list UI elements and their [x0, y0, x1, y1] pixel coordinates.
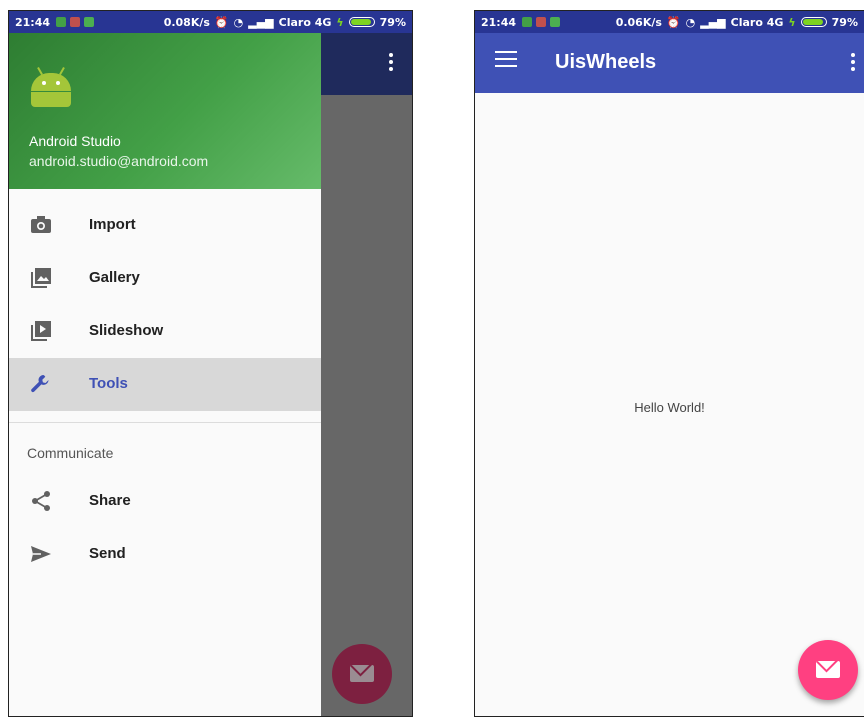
camera-icon	[31, 216, 51, 233]
overflow-menu-icon[interactable]	[388, 53, 394, 73]
slideshow-icon	[31, 321, 51, 341]
battery-icon	[348, 17, 375, 27]
carrier-label: Claro 4G	[730, 15, 784, 29]
drawer-item-gallery[interactable]: Gallery	[9, 252, 321, 305]
status-time: 21:44	[481, 15, 517, 29]
hello-text: Hello World!	[634, 400, 705, 415]
wifi-icon: ◔	[685, 15, 696, 29]
drawer-item-label: Tools	[89, 375, 128, 392]
notification-icon	[550, 17, 561, 27]
drawer-section-header: Communicate	[27, 445, 114, 461]
share-icon	[32, 491, 50, 511]
battery-icon	[800, 17, 827, 27]
drawer-item-slideshow[interactable]: Slideshow	[9, 305, 321, 358]
email-icon	[816, 661, 840, 678]
email-fab-button[interactable]	[798, 640, 858, 700]
drawer-item-label: Gallery	[89, 269, 140, 286]
email-fab-button[interactable]	[332, 644, 392, 704]
charging-icon: ϟ	[336, 15, 344, 29]
drawer-item-import[interactable]: Import	[9, 199, 321, 252]
drawer-item-label: Slideshow	[89, 322, 164, 339]
carrier-label: Claro 4G	[278, 15, 332, 29]
charging-icon: ϟ	[788, 15, 796, 29]
status-bar: 21:44 0.06K/s ⏰ ◔ ▂▄▆ Claro 4G ϟ 79%	[475, 11, 864, 33]
drawer-item-send[interactable]: Send	[9, 528, 321, 581]
signal-icon: ▂▄▆	[700, 15, 726, 29]
drawer-item-tools[interactable]: Tools	[9, 358, 321, 411]
hamburger-menu-icon[interactable]	[495, 51, 517, 69]
phone-screen-main: 21:44 0.06K/s ⏰ ◔ ▂▄▆ Claro 4G ϟ 79% Uis…	[474, 10, 864, 717]
notification-icon	[56, 17, 67, 27]
drawer-item-label: Import	[89, 216, 136, 233]
status-bar: 21:44 0.08K/s ⏰ ◔ ▂▄▆ Claro 4G ϟ 79%	[9, 11, 412, 33]
app-title: UisWheels	[555, 51, 657, 73]
user-name: Android Studio	[29, 133, 121, 149]
user-email: android.studio@android.com	[29, 153, 209, 169]
gallery-icon	[31, 268, 51, 288]
overflow-menu-icon[interactable]	[850, 53, 856, 73]
drawer-item-share[interactable]: Share	[9, 475, 321, 528]
phone-screen-drawer: 21:44 0.08K/s ⏰ ◔ ▂▄▆ Claro 4G ϟ 79% And…	[8, 10, 413, 717]
email-icon	[350, 665, 374, 682]
wrench-icon	[31, 375, 49, 393]
battery-percent: 79%	[831, 15, 858, 29]
status-time: 21:44	[15, 15, 51, 29]
notification-icon	[70, 17, 81, 27]
drawer-header: Android Studio android.studio@android.co…	[9, 33, 321, 189]
drawer-item-label: Share	[89, 492, 131, 509]
notification-icon	[536, 17, 547, 27]
navigation-drawer: Android Studio android.studio@android.co…	[9, 33, 321, 716]
drawer-divider	[9, 422, 321, 423]
alarm-icon: ⏰	[214, 15, 229, 29]
signal-icon: ▂▄▆	[248, 15, 274, 29]
app-bar: UisWheels	[475, 33, 864, 93]
send-icon	[31, 546, 51, 562]
android-avatar-icon	[31, 67, 71, 107]
notification-icon	[84, 17, 95, 27]
alarm-icon: ⏰	[666, 15, 681, 29]
network-speed: 0.08K/s	[163, 15, 210, 29]
network-speed: 0.06K/s	[615, 15, 662, 29]
notification-icon	[522, 17, 533, 27]
drawer-item-label: Send	[89, 545, 126, 562]
battery-percent: 79%	[379, 15, 406, 29]
main-content: Hello World!	[475, 93, 864, 716]
wifi-icon: ◔	[233, 15, 244, 29]
